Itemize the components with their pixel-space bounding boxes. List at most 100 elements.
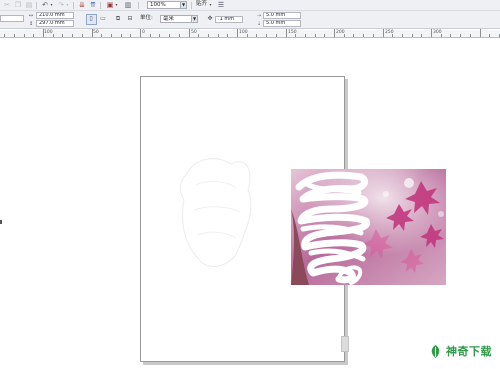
ruler-tick bbox=[23, 34, 25, 37]
snap-dropdown-icon[interactable]: ▾ bbox=[208, 1, 213, 9]
launcher-dropdown-icon[interactable]: ▾ bbox=[114, 1, 119, 9]
ruler-tick bbox=[324, 34, 326, 37]
ruler-tick bbox=[120, 34, 122, 37]
undo-dropdown-icon[interactable]: ▾ bbox=[49, 1, 54, 9]
site-watermark: 神奇下载 bbox=[428, 343, 492, 359]
ruler-tick bbox=[4, 34, 6, 37]
chevron-down-icon[interactable]: ▼ bbox=[180, 2, 186, 8]
ruler-tick bbox=[207, 34, 209, 37]
ruler-label: 200 bbox=[336, 30, 345, 35]
copy-icon[interactable]: ❐ bbox=[14, 1, 22, 9]
ruler-tick bbox=[314, 34, 316, 37]
ruler-label: 300 bbox=[433, 30, 442, 35]
ruler-label: 50 bbox=[191, 30, 197, 35]
ruler-tick bbox=[62, 34, 64, 37]
ruler-tick bbox=[353, 34, 355, 37]
ruler-tick bbox=[363, 34, 365, 37]
nudge-icon: ✥ bbox=[207, 15, 213, 22]
ruler-tick bbox=[227, 34, 229, 37]
units-value: 毫米 bbox=[163, 16, 175, 22]
zoom-level-value: 100% bbox=[150, 2, 166, 8]
ruler-tick bbox=[81, 34, 83, 37]
ruler-label: 250 bbox=[385, 30, 394, 35]
units-select[interactable]: 毫米 ▼ bbox=[160, 15, 198, 23]
zoom-level-select[interactable]: 100% ▼ bbox=[147, 1, 187, 9]
redo-icon[interactable]: ↷ bbox=[57, 1, 65, 9]
ruler-tick bbox=[401, 34, 403, 37]
ruler-tick bbox=[33, 34, 35, 37]
ruler-tick bbox=[411, 34, 413, 37]
ruler-tick bbox=[266, 34, 268, 37]
undo-icon[interactable]: ↶ bbox=[41, 1, 49, 9]
ruler-tick bbox=[237, 29, 238, 37]
ruler-tick bbox=[169, 34, 171, 37]
duplicate-x-icon: ⇢ bbox=[256, 13, 262, 19]
toolbar-separator bbox=[36, 2, 37, 9]
ruler-tick bbox=[13, 34, 15, 37]
standard-toolbar: ✂ ❐ ▤ ↶ ▾ ↷ ▾ ⇊ ⇈ ▣ ▾ ▥ 100% ▼ 贴齐 ▾ ☰ bbox=[0, 0, 500, 11]
all-pages-icon[interactable]: ⧉ bbox=[114, 15, 122, 23]
duplicate-distance-x-field[interactable]: 5.0 mm bbox=[263, 12, 301, 19]
ruler-tick bbox=[382, 29, 384, 37]
cut-icon[interactable]: ✂ bbox=[3, 1, 11, 9]
welcome-screen-icon[interactable]: ▥ bbox=[124, 1, 132, 9]
leaf-logo-icon bbox=[431, 344, 440, 358]
ghost-outline-shape[interactable] bbox=[176, 150, 256, 275]
watermark-text: 神奇下载 bbox=[446, 345, 492, 358]
landscape-icon[interactable]: ▭ bbox=[99, 15, 107, 23]
paste-icon[interactable]: ▤ bbox=[25, 1, 33, 9]
ruler-tick bbox=[110, 34, 112, 37]
nudge-distance-field[interactable]: .1 mm bbox=[215, 16, 243, 23]
redo-dropdown-icon[interactable]: ▾ bbox=[65, 1, 70, 9]
toolbar-separator bbox=[100, 2, 101, 9]
portrait-icon: ▯ bbox=[89, 15, 93, 22]
duplicate-distance-y-field[interactable]: 5.0 mm bbox=[263, 20, 301, 27]
ruler-label: 100 bbox=[44, 30, 53, 35]
page-height-field[interactable]: 297.0 mm bbox=[36, 20, 74, 27]
ruler-tick bbox=[130, 34, 132, 37]
ruler-tick bbox=[149, 34, 151, 37]
options-icon[interactable]: ☰ bbox=[217, 1, 225, 9]
ruler-tick bbox=[140, 29, 141, 37]
width-icon: ↔ bbox=[28, 13, 34, 19]
leaf-photo-image[interactable] bbox=[291, 169, 446, 285]
property-bar: ↔ 210.0 mm ↕ 297.0 mm ▯ ▭ ⧉ ⊟ 单位: 毫米 ▼ ✥… bbox=[0, 11, 500, 29]
ruler-tick bbox=[101, 34, 103, 37]
ruler-tick bbox=[431, 29, 432, 37]
ruler-tick bbox=[469, 34, 471, 37]
ruler-tick bbox=[450, 34, 452, 37]
units-label: 单位: bbox=[140, 15, 153, 21]
toolbar-separator bbox=[73, 2, 74, 9]
ruler-label: 100 bbox=[239, 30, 248, 35]
ruler-tick bbox=[372, 34, 374, 37]
ruler-label: 0 bbox=[142, 30, 145, 35]
page-size-select[interactable] bbox=[0, 15, 24, 22]
ruler-tick bbox=[198, 34, 200, 37]
ruler-tick bbox=[275, 34, 277, 37]
height-icon: ↕ bbox=[28, 21, 34, 27]
ruler-tick bbox=[159, 34, 161, 37]
ruler-label: 50 bbox=[93, 30, 99, 35]
current-page-icon[interactable]: ⊟ bbox=[126, 15, 134, 23]
vertical-ruler-marker bbox=[0, 220, 2, 224]
duplicate-y-icon: ⇣ bbox=[256, 21, 262, 27]
ruler-tick bbox=[489, 34, 491, 37]
page-width-field[interactable]: 210.0 mm bbox=[36, 12, 74, 19]
ruler-tick bbox=[334, 29, 335, 37]
page-navigator-nub[interactable] bbox=[341, 336, 349, 352]
ruler-tick bbox=[72, 34, 74, 37]
snap-to-label[interactable]: 贴齐 bbox=[196, 1, 207, 8]
ruler-tick bbox=[256, 34, 258, 37]
application-launcher-icon[interactable]: ▣ bbox=[106, 1, 114, 9]
chevron-down-icon[interactable]: ▼ bbox=[191, 16, 197, 22]
import-icon[interactable]: ⇊ bbox=[78, 1, 86, 9]
toolbar-separator bbox=[191, 2, 192, 9]
ruler-tick bbox=[188, 29, 190, 37]
ruler-tick bbox=[178, 34, 180, 37]
ruler-tick bbox=[285, 29, 287, 37]
export-icon[interactable]: ⇈ bbox=[89, 1, 97, 9]
horizontal-ruler[interactable]: 100 50 0 50 100 150 200 250 300 bbox=[0, 29, 500, 38]
ruler-tick bbox=[421, 34, 423, 37]
ruler-tick bbox=[304, 34, 306, 37]
ruler-tick bbox=[460, 34, 462, 37]
